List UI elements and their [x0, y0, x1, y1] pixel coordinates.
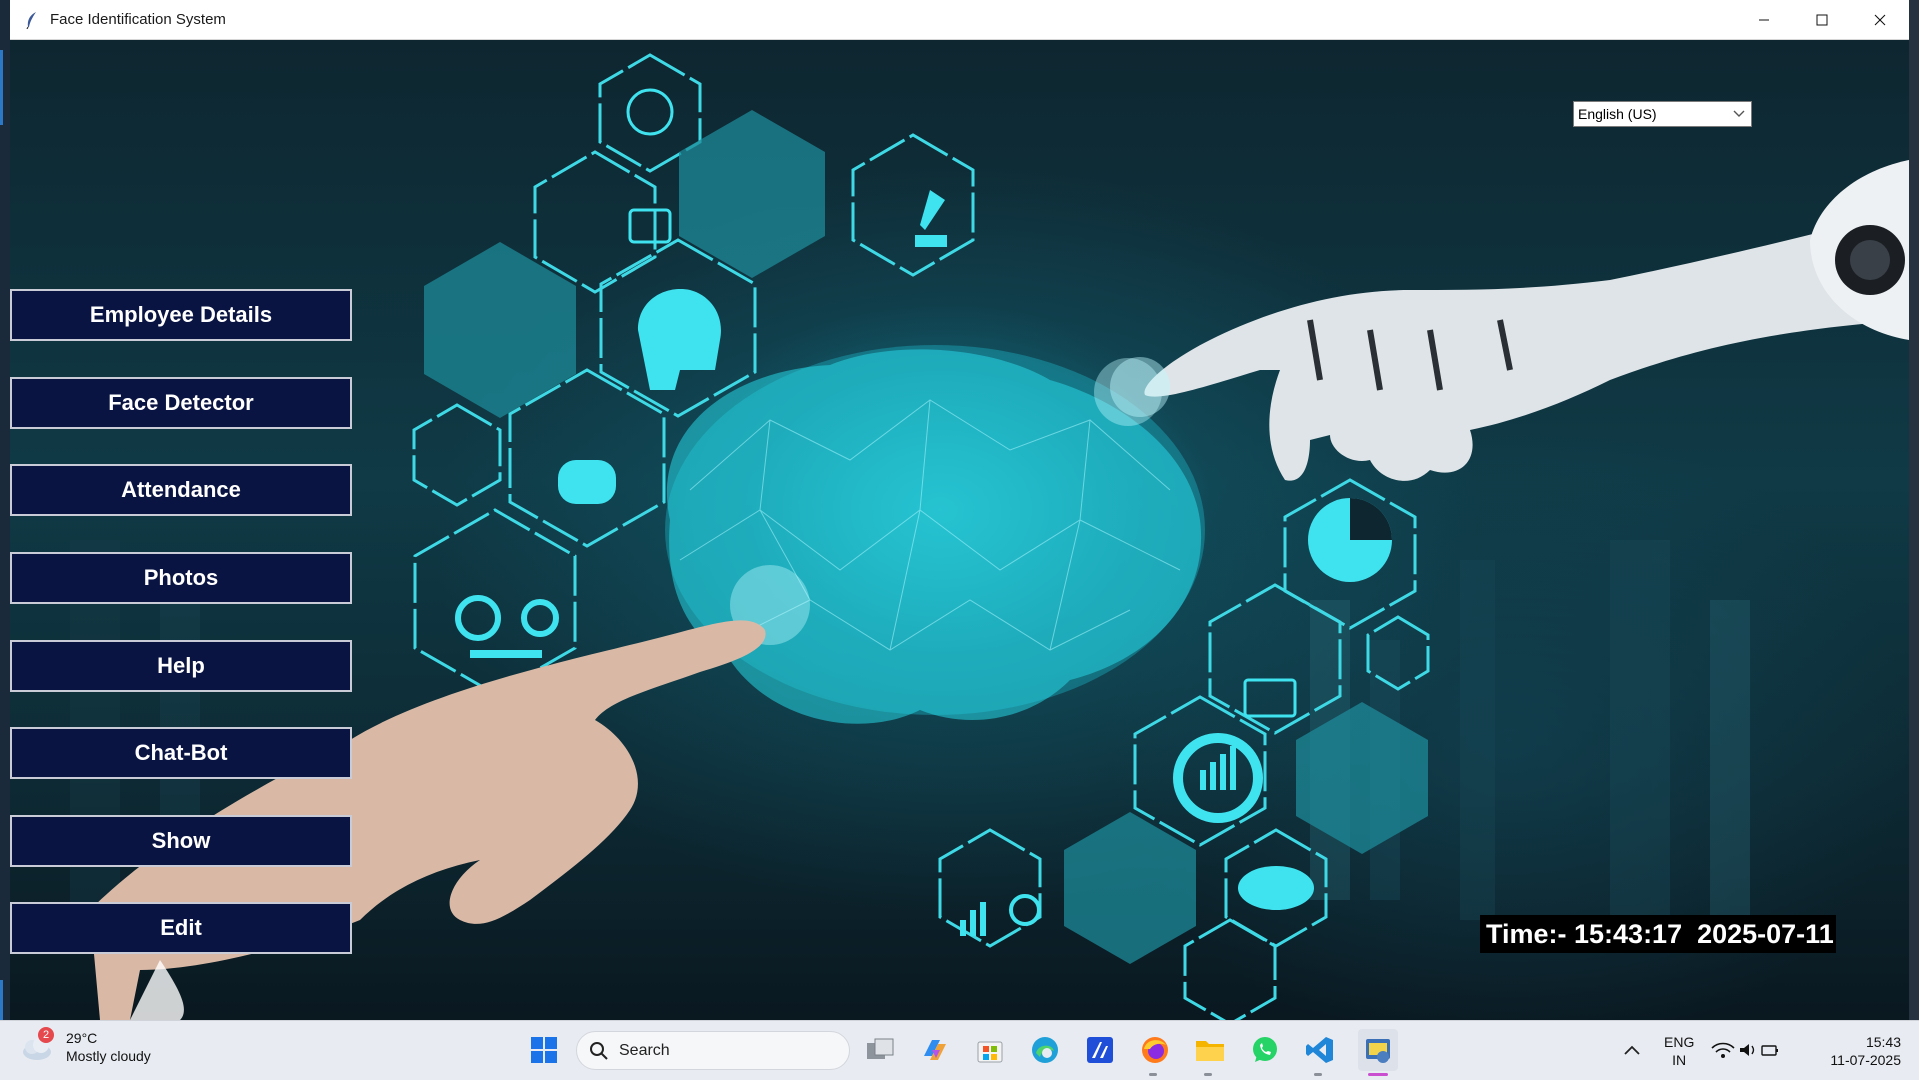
chat-bot-button[interactable]: Chat-Bot: [10, 727, 352, 779]
file-explorer-icon: [1196, 1041, 1224, 1061]
help-button[interactable]: Help: [10, 640, 352, 692]
maximize-icon: [1816, 14, 1828, 25]
clock-date: 11-07-2025: [1830, 1052, 1901, 1068]
show-hidden-icons-button[interactable]: [1615, 1033, 1649, 1067]
desktop-edge-left: [0, 0, 10, 1020]
windows-start-button[interactable]: [527, 1033, 561, 1067]
button-label: Edit: [160, 915, 202, 940]
button-label: Face Detector: [108, 390, 254, 415]
weather-widget[interactable]: 2 29°C Mostly cloudy: [20, 1027, 151, 1065]
store-button[interactable]: [973, 1033, 1007, 1067]
main-canvas: Employee Details Face Detector Attendanc…: [10, 40, 1909, 1020]
weather-text: 29°C Mostly cloudy: [66, 1029, 151, 1065]
feather-icon: [26, 11, 36, 29]
task-view-icon: [867, 1038, 894, 1059]
button-label: Attendance: [121, 477, 241, 502]
close-button[interactable]: [1851, 0, 1909, 39]
wifi-volume-battery-icons: [1711, 1042, 1778, 1058]
edge-button[interactable]: [1028, 1033, 1062, 1067]
system-tray-icons[interactable]: [1710, 1033, 1780, 1067]
button-label: Employee Details: [89, 302, 273, 327]
employee-details-button[interactable]: Employee Details: [10, 289, 352, 341]
app-button[interactable]: [1083, 1033, 1117, 1067]
running-indicator: [1204, 1073, 1212, 1076]
input-language-indicator[interactable]: ENG IN: [1664, 1033, 1694, 1069]
firefox-button[interactable]: [1138, 1033, 1172, 1067]
face-detector-button[interactable]: Face Detector: [10, 377, 352, 429]
show-button[interactable]: Show: [10, 815, 352, 867]
firefox-icon: [1142, 1037, 1168, 1063]
button-label: Help: [157, 653, 205, 678]
taskbar-search[interactable]: Search: [576, 1031, 850, 1070]
edge-marker: [0, 980, 3, 1020]
robot-hand-graphic: [1110, 160, 1909, 481]
taskbar: 2 29°C Mostly cloudy Search ENG IN 15:43…: [0, 1020, 1919, 1080]
language-select-value: English (US): [1578, 106, 1657, 122]
search-placeholder: Search: [619, 1041, 670, 1059]
chevron-down-icon: [1733, 110, 1745, 117]
vscode-button[interactable]: [1303, 1033, 1337, 1067]
store-icon: [977, 1041, 1003, 1063]
weather-condition: Mostly cloudy: [66, 1048, 151, 1064]
running-indicator: [1149, 1073, 1157, 1076]
copilot-icon: [924, 1040, 946, 1060]
whatsapp-icon: [1253, 1037, 1277, 1062]
button-label: Show: [151, 828, 211, 853]
attendance-button[interactable]: Attendance: [10, 464, 352, 516]
running-indicator: [1314, 1073, 1322, 1076]
file-explorer-button[interactable]: [1193, 1033, 1227, 1067]
vscode-icon: [1306, 1037, 1333, 1063]
minimize-button[interactable]: [1735, 0, 1793, 39]
edge-icon: [1032, 1037, 1058, 1063]
window-title: Face Identification System: [50, 11, 226, 28]
background-artwork: [70, 53, 1909, 1020]
windows-start-icon: [531, 1037, 557, 1063]
python-app-icon: [1366, 1039, 1390, 1063]
active-indicator: [1368, 1073, 1388, 1076]
chevron-up-icon: [1624, 1045, 1640, 1055]
title-bar: Face Identification System: [10, 0, 1909, 40]
python-app-button[interactable]: [1358, 1029, 1398, 1071]
clock-time: 15:43: [1865, 1034, 1901, 1050]
whatsapp-button[interactable]: [1248, 1033, 1282, 1067]
notification-badge: 2: [38, 1027, 54, 1043]
copilot-button[interactable]: [918, 1033, 952, 1067]
button-label: Photos: [143, 565, 219, 590]
language-select[interactable]: English (US): [1573, 101, 1752, 127]
search-icon: [590, 1041, 608, 1060]
minimize-icon: [1759, 19, 1769, 20]
language-bottom: IN: [1672, 1052, 1687, 1068]
task-view-button[interactable]: [863, 1033, 897, 1067]
app-icon: [1087, 1037, 1113, 1063]
datetime-label: Time:- 15:43:17 2025-07-11: [1480, 915, 1836, 953]
taskbar-clock[interactable]: 15:43 11-07-2025: [1816, 1033, 1901, 1069]
language-top: ENG: [1664, 1034, 1695, 1050]
photos-button[interactable]: Photos: [10, 552, 352, 604]
weather-temperature: 29°C: [66, 1030, 98, 1046]
edit-button[interactable]: Edit: [10, 902, 352, 954]
edge-marker: [0, 50, 3, 125]
close-icon: [1874, 14, 1886, 25]
maximize-button[interactable]: [1793, 0, 1851, 39]
window-controls: [1735, 0, 1909, 39]
button-label: Chat-Bot: [134, 740, 228, 765]
desktop-edge-right: [1909, 0, 1919, 1020]
